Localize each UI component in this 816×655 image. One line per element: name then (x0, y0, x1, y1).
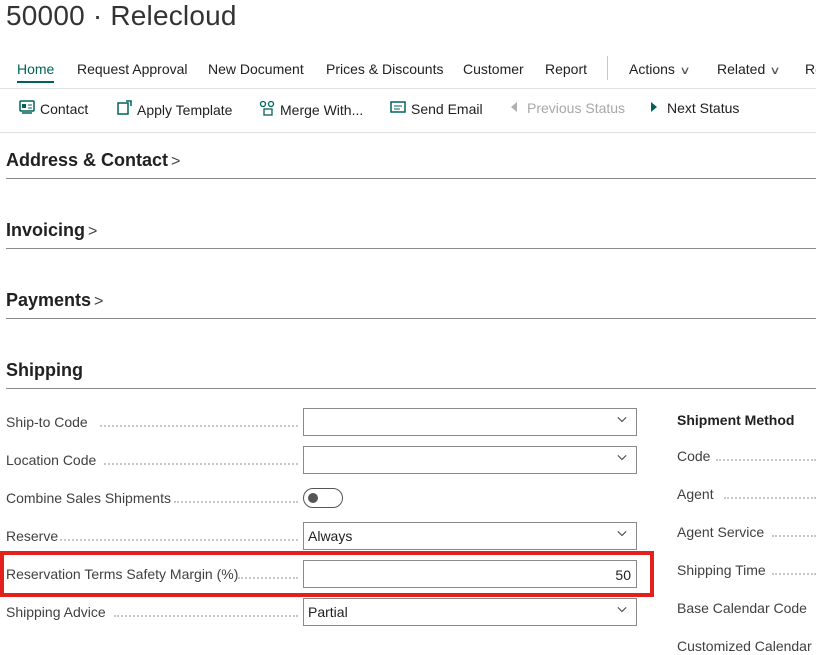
section-shipping[interactable]: Shipping (6, 360, 816, 389)
section-title: Address & Contact (6, 150, 169, 170)
leader-dots (114, 614, 298, 617)
highlight-box (0, 551, 654, 597)
section-invoicing[interactable]: Invoicing > (6, 220, 816, 249)
tab-new-document[interactable]: New Document (208, 56, 304, 84)
leader-dots (772, 572, 816, 575)
contact-button-label: Contact (40, 100, 89, 117)
tab-request-approval[interactable]: Request Approval (77, 56, 188, 84)
leader-dots (100, 424, 298, 427)
chevron-down-icon (617, 530, 627, 537)
previous-status-button[interactable]: Previous Status (506, 100, 625, 116)
section-title: Payments (6, 290, 92, 310)
tab-actions-label: Actions (629, 61, 675, 77)
apply-template-label: Apply Template (137, 101, 233, 118)
tab-actions[interactable]: Actions ∨ (629, 56, 691, 84)
previous-status-label: Previous Status (527, 100, 626, 116)
send-email-label: Send Email (411, 100, 483, 117)
tab-prices-discounts[interactable]: Prices & Discounts (326, 56, 443, 84)
tab-report[interactable]: Report (545, 56, 587, 84)
merge-with-button[interactable]: Merge With... (259, 100, 363, 119)
shipment-method-heading: Shipment Method (677, 412, 795, 428)
tab-related-label: Related (717, 61, 766, 77)
leader-dots (174, 500, 298, 503)
email-icon (390, 100, 406, 117)
nav-separator (607, 56, 608, 80)
action-bar: Contact Apply Template Merge With... Sen… (0, 96, 816, 133)
next-status-label: Next Status (667, 100, 740, 116)
tab-home[interactable]: Home (17, 56, 55, 84)
tab-related[interactable]: Related ∨ (717, 56, 781, 84)
combine-sales-shipments-label: Combine Sales Shipments (6, 490, 171, 506)
tab-overflow[interactable]: Re (805, 56, 816, 84)
chevron-down-icon (617, 606, 627, 613)
merge-icon (259, 100, 275, 119)
location-code-select[interactable] (303, 446, 637, 474)
ship-to-code-label: Ship-to Code (6, 414, 88, 430)
tab-customer[interactable]: Customer (463, 56, 524, 84)
next-status-button[interactable]: Next Status (646, 100, 739, 116)
ship-to-code-select[interactable] (303, 408, 637, 436)
apply-template-button[interactable]: Apply Template (116, 100, 232, 119)
shipping-time-label: Shipping Time (677, 562, 766, 578)
top-nav: Home Request Approval New Document Price… (0, 56, 816, 89)
reserve-label: Reserve (6, 528, 59, 544)
base-calendar-code-label: Base Calendar Code (677, 600, 807, 616)
toggle-knob (308, 493, 318, 503)
section-payments[interactable]: Payments > (6, 290, 816, 319)
leader-dots (104, 462, 298, 465)
reserve-select[interactable]: Always (303, 522, 637, 550)
agent-service-label: Agent Service (677, 524, 765, 540)
shipping-advice-value: Partial (308, 604, 348, 620)
combine-sales-shipments-toggle[interactable] (303, 488, 343, 508)
page-title: 50000 · Relecloud (6, 0, 237, 31)
merge-with-label: Merge With... (280, 101, 364, 118)
agent-label: Agent (677, 486, 714, 502)
contact-button[interactable]: Contact (19, 100, 88, 117)
leader-dots (716, 458, 816, 461)
chevron-right-icon: > (88, 223, 98, 240)
shipment-method-code-label: Code (677, 448, 711, 464)
triangle-right-icon (646, 100, 662, 116)
chevron-right-icon: > (171, 153, 181, 170)
send-email-button[interactable]: Send Email (390, 100, 483, 117)
section-title: Shipping (6, 360, 83, 380)
shipping-advice-label: Shipping Advice (6, 604, 106, 620)
chevron-right-icon: > (94, 293, 104, 310)
section-title: Invoicing (6, 220, 86, 240)
shipping-advice-select[interactable]: Partial (303, 598, 637, 626)
chevron-down-icon: ∨ (769, 65, 781, 77)
leader-dots (772, 534, 816, 537)
customized-calendar-label: Customized Calendar (677, 638, 812, 654)
contact-card-icon (19, 100, 35, 117)
leader-dots (60, 538, 298, 541)
triangle-left-icon (506, 100, 522, 116)
leader-dots (724, 496, 816, 499)
location-code-label: Location Code (6, 452, 97, 468)
chevron-down-icon (617, 416, 627, 423)
chevron-down-icon: ∨ (679, 65, 691, 77)
section-address-contact[interactable]: Address & Contact > (6, 150, 816, 179)
template-icon (116, 100, 132, 119)
reserve-value: Always (308, 528, 353, 544)
chevron-down-icon (617, 454, 627, 461)
